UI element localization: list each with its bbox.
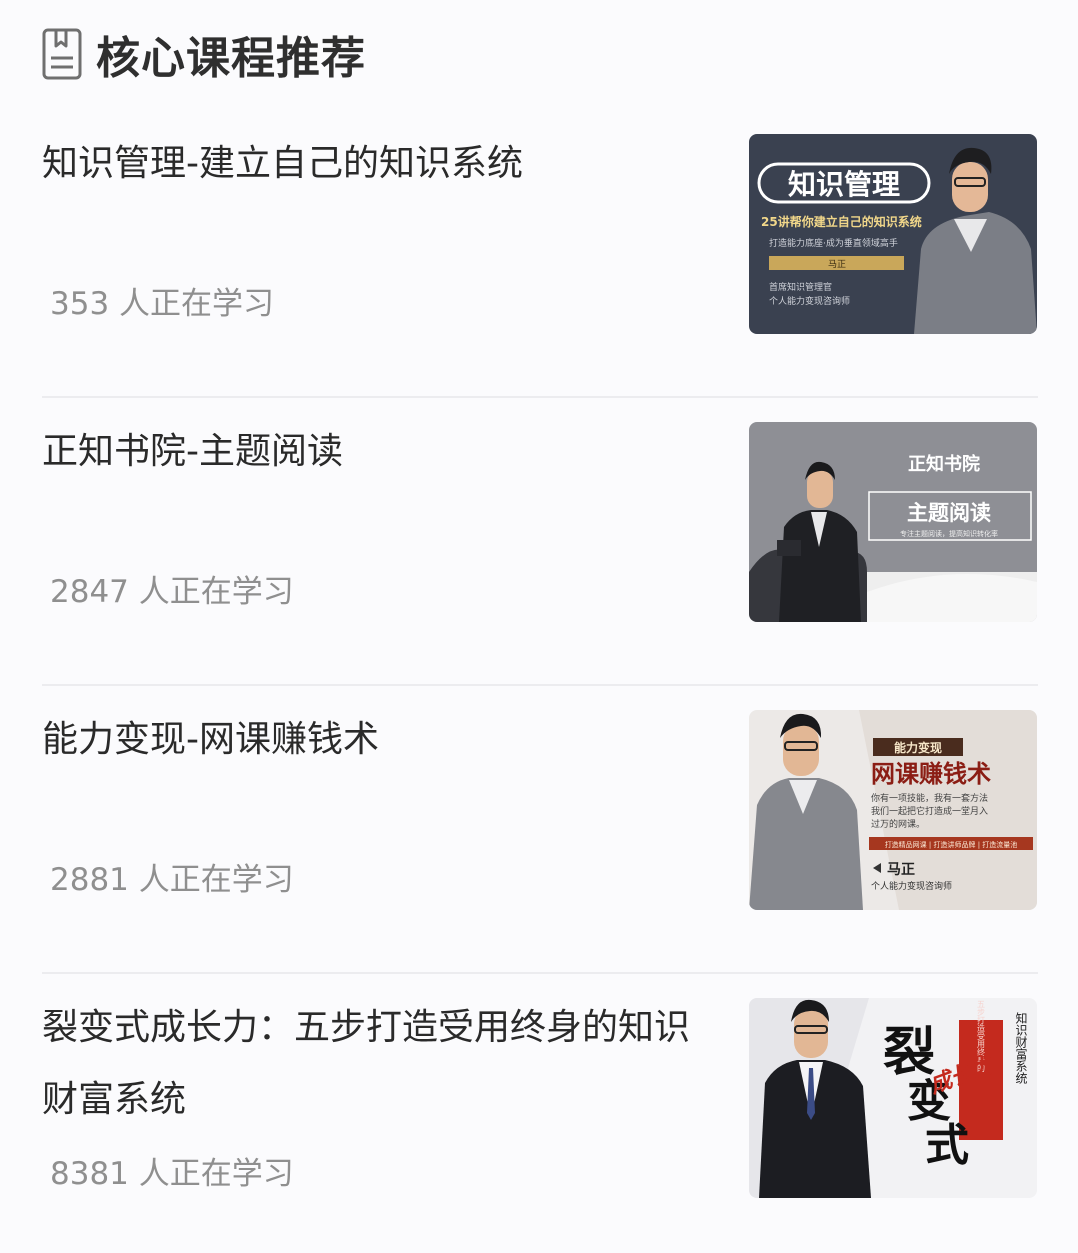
thumb-side-text: 知识财富系统 [1014,1012,1028,1084]
learner-count: 2847 人正在学习 [50,574,294,610]
course-title[interactable]: 正知书院-主题阅读 [42,416,712,488]
thumb-line1: 25讲帮你建立自己的知识系统 [761,214,922,229]
thumb-line3: 首席知识管理官 [769,281,832,293]
thumb-strip: 打造精品网课 | 打造讲师品牌 | 打造流量池 [885,840,1018,849]
course-thumbnail[interactable]: 能力变现 网课赚钱术 你有一项技能，我有一套方法 我们一起把它打造成一堂月入 过… [749,710,1037,910]
thumb-line3: 过万的网课。 [871,818,925,830]
course-thumbnail[interactable]: 正知书院 主题阅读 专注主题阅读，提高知识转化率 [749,422,1037,622]
document-icon [42,28,82,80]
course-item-fission-growth[interactable]: 裂变式成长力：五步打造受用终身的知识财富系统 8381 人正在学习 五步打造受用… [42,974,1038,1253]
thumb-subtitle: 主题阅读 [907,500,991,525]
section-title: 核心课程推荐 [96,33,366,84]
thumb-line4: 个人能力变现咨询师 [871,880,952,892]
thumb-line1: 你有一项技能，我有一套方法 [871,792,988,804]
thumb-author: 马正 [887,862,915,878]
course-item-topic-reading[interactable]: 正知书院-主题阅读 2847 人正在学习 正知书院 主题阅读 专注主题阅读，提高… [42,398,1038,686]
thumb-tag: 能力变现 [894,740,942,755]
course-title[interactable]: 知识管理-建立自己的知识系统 [42,128,712,200]
thumb-line4: 个人能力变现咨询师 [769,295,850,307]
thumb-author: 马正 [828,259,846,270]
thumb-line1: 专注主题阅读，提高知识转化率 [900,529,998,538]
thumb-line2: 我们一起把它打造成一堂月入 [871,805,988,817]
course-thumbnail[interactable]: 知识管理 25讲帮你建立自己的知识系统 打造能力底座·成为垂直领域高手 马正 首… [749,134,1037,334]
learner-count: 2881 人正在学习 [50,862,294,898]
thumb-title: 网课赚钱术 [871,760,991,788]
course-title[interactable]: 能力变现-网课赚钱术 [42,704,712,776]
thumb-line2: 打造能力底座·成为垂直领域高手 [769,237,898,249]
learner-count: 8381 人正在学习 [50,1156,294,1192]
learner-count: 353 人正在学习 [50,286,275,322]
course-item-monetization[interactable]: 能力变现-网课赚钱术 2881 人正在学习 能力变现 网课赚钱术 你有一项技能，… [42,686,1038,974]
course-title[interactable]: 裂变式成长力：五步打造受用终身的知识财富系统 [42,992,712,1136]
course-item-knowledge-management[interactable]: 知识管理-建立自己的知识系统 353 人正在学习 知识管理 25讲帮你建立自己的… [42,110,1038,398]
thumb-title: 知识管理 [788,168,900,201]
section-header: 核心课程推荐 [42,24,366,84]
thumb-title-c: 式 [925,1120,969,1171]
thumb-title: 正知书院 [908,453,980,475]
course-thumbnail[interactable]: 五步打造受用终身的 知识财富系统 裂 变 式 成长力 [749,998,1037,1198]
